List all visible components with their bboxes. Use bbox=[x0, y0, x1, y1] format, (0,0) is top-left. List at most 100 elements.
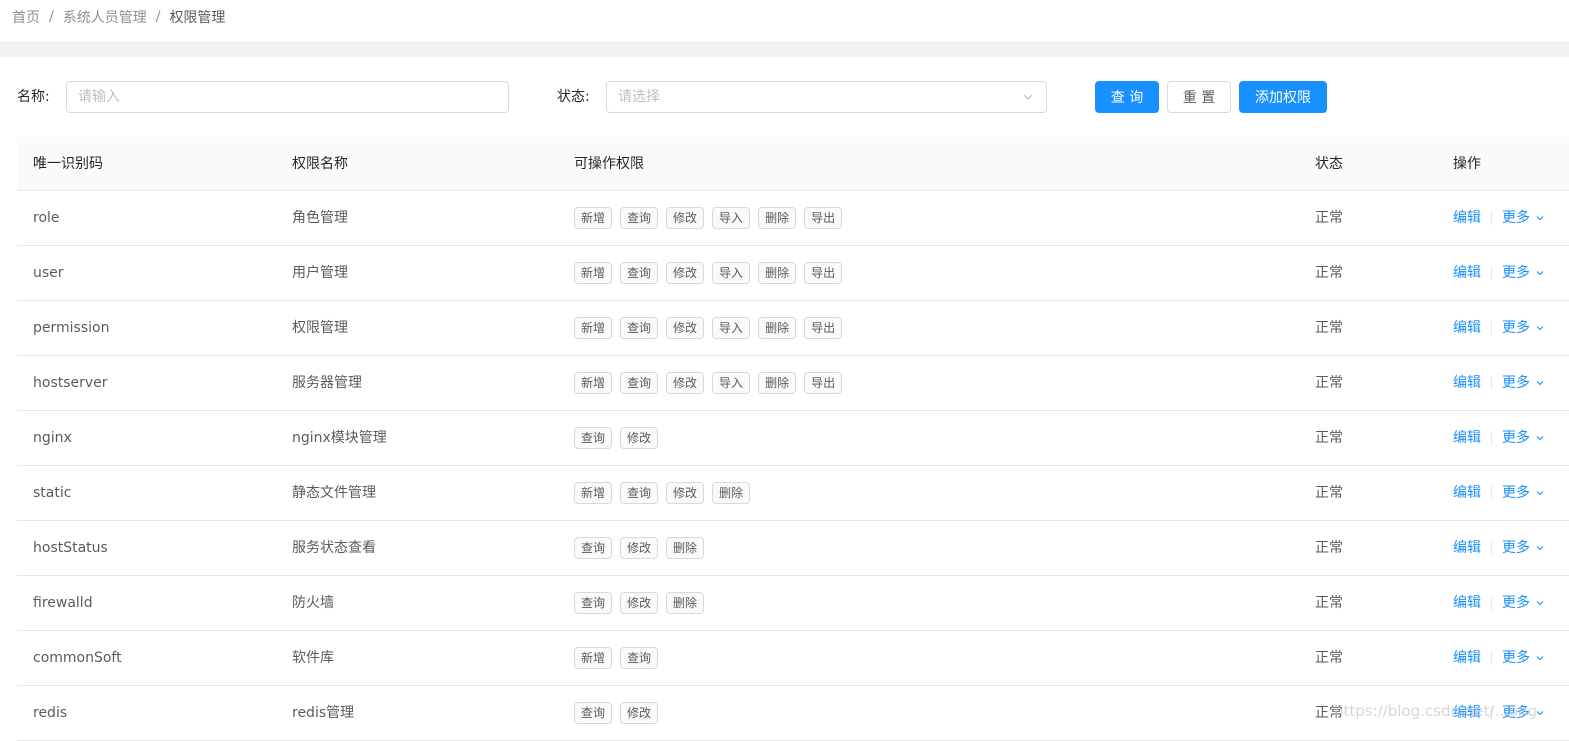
row-name: 角色管理 bbox=[292, 210, 348, 226]
edit-link[interactable]: 编辑 bbox=[1453, 466, 1481, 520]
row-actions: 编辑 更多 bbox=[1453, 521, 1545, 575]
perm-tag: 删除 bbox=[758, 372, 797, 394]
chevron-down-icon bbox=[1536, 491, 1544, 496]
row-actions: 编辑 更多 bbox=[1453, 356, 1545, 410]
perm-tag: 查询 bbox=[620, 647, 659, 669]
status-label: 状态: bbox=[557, 89, 590, 105]
chevron-down-icon bbox=[1536, 381, 1544, 386]
row-name: nginx模块管理 bbox=[292, 430, 387, 446]
column-header-actions: 操作 bbox=[1453, 156, 1481, 172]
perm-tag: 导入 bbox=[712, 207, 751, 229]
table-row: redis redis管理 查询 修改 正常 编辑 更多 bbox=[17, 686, 1569, 741]
name-label: 名称: bbox=[17, 89, 50, 105]
more-dropdown[interactable]: 更多 bbox=[1502, 356, 1545, 410]
search-form: 名称: 状态: 请选择 查 询 重 置 添加权限 bbox=[0, 81, 1569, 113]
more-dropdown[interactable]: 更多 bbox=[1502, 631, 1545, 685]
breadcrumb-system-staff[interactable]: 系统人员管理 bbox=[63, 7, 147, 27]
action-divider bbox=[1491, 321, 1492, 335]
row-perm-tags: 新增 查询 修改 删除 bbox=[574, 466, 758, 520]
more-label: 更多 bbox=[1502, 320, 1530, 336]
perm-tag: 删除 bbox=[758, 262, 797, 284]
perm-tag: 删除 bbox=[712, 482, 751, 504]
more-label: 更多 bbox=[1502, 210, 1530, 226]
perm-tag: 新增 bbox=[574, 207, 613, 229]
more-label: 更多 bbox=[1502, 540, 1530, 556]
row-name: 用户管理 bbox=[292, 265, 348, 281]
edit-link[interactable]: 编辑 bbox=[1453, 191, 1481, 245]
more-dropdown[interactable]: 更多 bbox=[1502, 521, 1545, 575]
perm-tag: 新增 bbox=[574, 317, 613, 339]
row-code: nginx bbox=[33, 430, 72, 446]
name-input[interactable] bbox=[66, 81, 509, 113]
edit-link[interactable]: 编辑 bbox=[1453, 246, 1481, 300]
chevron-down-icon bbox=[1536, 711, 1544, 716]
edit-link[interactable]: 编辑 bbox=[1453, 411, 1481, 465]
table-row: permission 权限管理 新增 查询 修改 导入 删除 导出 正常 编辑 更多 bbox=[17, 301, 1569, 356]
perm-tag: 修改 bbox=[666, 482, 705, 504]
more-dropdown[interactable]: 更多 bbox=[1502, 686, 1545, 740]
perm-tag: 修改 bbox=[620, 537, 659, 559]
more-dropdown[interactable]: 更多 bbox=[1502, 576, 1545, 630]
reset-button[interactable]: 重 置 bbox=[1167, 81, 1231, 113]
row-status: 正常 bbox=[1315, 265, 1343, 281]
perm-tag: 新增 bbox=[574, 482, 613, 504]
perm-tag: 查询 bbox=[620, 317, 659, 339]
perm-tag: 导出 bbox=[804, 262, 843, 284]
perm-tag: 查询 bbox=[574, 427, 613, 449]
row-code: static bbox=[33, 485, 72, 501]
column-header-name: 权限名称 bbox=[292, 156, 348, 172]
status-select[interactable]: 请选择 bbox=[606, 81, 1047, 113]
breadcrumb-home[interactable]: 首页 bbox=[12, 7, 40, 27]
action-divider bbox=[1491, 211, 1492, 225]
chevron-down-icon bbox=[1536, 326, 1544, 331]
more-dropdown[interactable]: 更多 bbox=[1502, 466, 1545, 520]
more-dropdown[interactable]: 更多 bbox=[1502, 411, 1545, 465]
row-code: redis bbox=[33, 705, 68, 721]
row-actions: 编辑 更多 bbox=[1453, 576, 1545, 630]
row-code: firewalld bbox=[33, 595, 93, 611]
edit-link[interactable]: 编辑 bbox=[1453, 631, 1481, 685]
perm-tag: 查询 bbox=[574, 702, 613, 724]
chevron-down-icon bbox=[1536, 546, 1544, 551]
breadcrumb: 首页 / 系统人员管理 / 权限管理 bbox=[12, 0, 225, 34]
row-perm-tags: 查询 修改 bbox=[574, 686, 666, 740]
row-perm-tags: 新增 查询 修改 导入 删除 导出 bbox=[574, 246, 850, 300]
add-permission-button[interactable]: 添加权限 bbox=[1239, 81, 1327, 113]
row-perm-tags: 查询 修改 bbox=[574, 411, 666, 465]
table-row: role 角色管理 新增 查询 修改 导入 删除 导出 正常 编辑 更多 bbox=[17, 191, 1569, 246]
perm-tag: 删除 bbox=[666, 592, 705, 614]
column-header-code: 唯一识别码 bbox=[33, 156, 103, 172]
table-row: firewalld 防火墙 查询 修改 删除 正常 编辑 更多 bbox=[17, 576, 1569, 631]
more-dropdown[interactable]: 更多 bbox=[1502, 191, 1545, 245]
row-code: hostStatus bbox=[33, 540, 108, 556]
edit-link[interactable]: 编辑 bbox=[1453, 576, 1481, 630]
row-code: role bbox=[33, 210, 60, 226]
edit-link[interactable]: 编辑 bbox=[1453, 356, 1481, 410]
row-code: user bbox=[33, 265, 64, 281]
row-perm-tags: 查询 修改 删除 bbox=[574, 576, 712, 630]
perm-tag: 修改 bbox=[666, 317, 705, 339]
row-name: 服务状态查看 bbox=[292, 540, 376, 556]
row-perm-tags: 新增 查询 bbox=[574, 631, 666, 685]
more-dropdown[interactable]: 更多 bbox=[1502, 301, 1545, 355]
edit-link[interactable]: 编辑 bbox=[1453, 521, 1481, 575]
edit-link[interactable]: 编辑 bbox=[1453, 301, 1481, 355]
row-code: permission bbox=[33, 320, 110, 336]
action-divider bbox=[1491, 706, 1492, 720]
query-button[interactable]: 查 询 bbox=[1095, 81, 1159, 113]
perm-tag: 新增 bbox=[574, 262, 613, 284]
row-perm-tags: 新增 查询 修改 导入 删除 导出 bbox=[574, 356, 850, 410]
row-status: 正常 bbox=[1315, 705, 1343, 721]
table-row: commonSoft 软件库 新增 查询 正常 编辑 更多 bbox=[17, 631, 1569, 686]
row-perm-tags: 新增 查询 修改 导入 删除 导出 bbox=[574, 301, 850, 355]
edit-link[interactable]: 编辑 bbox=[1453, 686, 1481, 740]
perm-tag: 导入 bbox=[712, 372, 751, 394]
row-name: 静态文件管理 bbox=[292, 485, 376, 501]
perm-tag: 查询 bbox=[620, 372, 659, 394]
perm-tag: 修改 bbox=[666, 372, 705, 394]
row-name: redis管理 bbox=[292, 705, 355, 721]
perm-tag: 删除 bbox=[758, 207, 797, 229]
action-divider bbox=[1491, 266, 1492, 280]
chevron-down-icon bbox=[1536, 601, 1544, 606]
more-dropdown[interactable]: 更多 bbox=[1502, 246, 1545, 300]
